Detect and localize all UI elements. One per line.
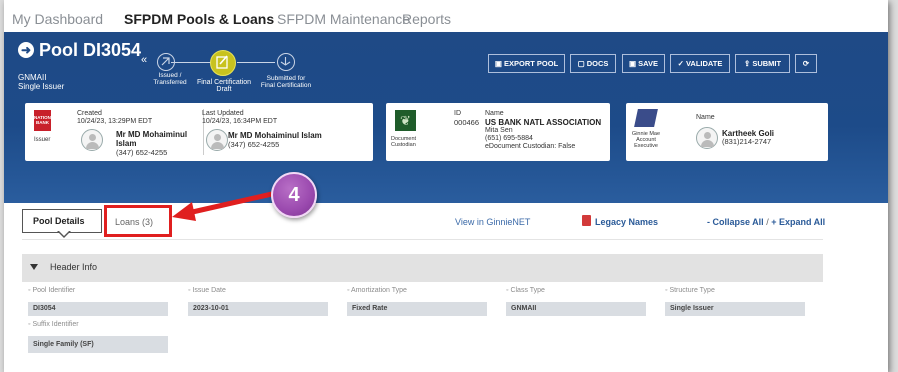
pdf-icon — [582, 215, 591, 226]
active-tab-pointer-fill — [58, 230, 70, 236]
annotation-arrow-icon — [172, 191, 273, 221]
created-by-phone: (347) 652-4255 — [116, 148, 168, 157]
document-icon: ▢ — [577, 59, 587, 68]
nav-reports[interactable]: Reports — [402, 11, 451, 27]
field-label-issue-date: ◦ Issue Date — [188, 287, 226, 294]
refresh-icon: ⟳ — [802, 59, 810, 68]
custodian-logo-icon: ❦ — [395, 110, 416, 131]
pool-type-line2: Single Issuer — [18, 82, 65, 91]
draft-step-icon — [210, 50, 236, 76]
account-executive-card: Ginnie Mae Account Executive Name Kartheek… — [626, 103, 828, 161]
pool-banner: ➜ Pool DI3054 GNMAII Single Issuer « Issu… — [4, 32, 888, 203]
avatar-icon — [696, 127, 718, 149]
issuer-role-label: Issuer — [34, 137, 51, 143]
top-nav: My Dashboard SFPDM Pools & Loans SFPDM M… — [4, 0, 888, 32]
workflow-step-label: Issued / Transferred — [153, 72, 187, 86]
created-by-name: Mr MD Mohaiminul Islam — [116, 130, 188, 148]
save-disk-icon: ▣ — [628, 59, 639, 68]
validate-button[interactable]: ✓ VALIDATE — [670, 54, 730, 73]
workflow-step-label: Submitted for Final Certification — [260, 75, 312, 89]
custodian-id-label: ID — [454, 110, 461, 117]
header-info-section[interactable]: Header Info — [22, 254, 823, 282]
ginnie-mae-logo-icon — [634, 109, 658, 127]
submit-step-icon — [277, 53, 295, 71]
edoc-custodian-status: eDocument Custodian: False — [485, 143, 576, 150]
caret-down-icon — [30, 264, 38, 270]
tab-loans-label: Loans (3) — [115, 217, 154, 227]
save-disk-icon: ▣ — [494, 59, 504, 68]
avatar-icon — [206, 129, 228, 151]
updated-label: Last Updated — [202, 110, 244, 117]
created-label: Created — [77, 110, 102, 117]
issuer-card: NATIONAL BANK Issuer Created 10/24/23, 1… — [25, 103, 373, 161]
workflow-connector — [237, 62, 275, 63]
docs-button[interactable]: ▢ DOCS — [570, 54, 616, 73]
updated-date: 10/24/23, 16:34PM EDT — [202, 118, 278, 125]
nav-maintenance[interactable]: SFPDM Maintenance — [277, 11, 410, 27]
collapse-expand-controls: - Collapse All / + Expand All — [707, 217, 826, 227]
view-in-ginnienet-link[interactable]: View in GinnieNET — [455, 217, 530, 227]
field-label-suffix: ◦ Suffix Identifier — [28, 321, 79, 328]
exec-role-label: Ginnie Mae Account Executive — [631, 131, 661, 149]
issuer-logo: NATIONAL BANK — [34, 110, 57, 131]
submit-button[interactable]: ⇪ SUBMIT — [735, 54, 790, 73]
workflow-connector — [171, 62, 211, 63]
field-label-amortization: ◦ Amortization Type — [347, 287, 407, 294]
field-label-class-type: ◦ Class Type — [506, 287, 545, 294]
nav-my-dashboard[interactable]: My Dashboard — [12, 11, 103, 27]
refresh-button[interactable]: ⟳ — [795, 54, 817, 73]
double-left-arrow-icon[interactable]: « — [141, 54, 147, 66]
app-window: My Dashboard SFPDM Pools & Loans SFPDM M… — [4, 0, 888, 372]
suffix-identifier-field[interactable]: Single Family (SF) — [28, 336, 168, 353]
issue-date-field[interactable]: 2023-10-01 — [188, 302, 328, 316]
custodian-name-label: Name — [485, 110, 504, 117]
pool-title: ➜ Pool DI3054 — [18, 40, 141, 61]
expand-all-link[interactable]: + Expand All — [771, 217, 825, 227]
tab-divider — [22, 239, 823, 240]
pool-type-line1: GNMAII — [18, 73, 47, 82]
custodian-card: ❦ Document Custodian ID 000466 Name US BA… — [386, 103, 610, 161]
collapse-all-link[interactable]: - Collapse All — [707, 217, 764, 227]
custodian-phone: (651) 695-5884 — [485, 135, 533, 142]
legacy-names-link[interactable]: Legacy Names — [595, 217, 658, 227]
structure-type-field[interactable]: Single Issuer — [665, 302, 805, 316]
custodian-role-label: Document Custodian — [391, 136, 417, 148]
created-date: 10/24/23, 13:29PM EDT — [77, 118, 153, 125]
avatar-icon — [81, 129, 103, 151]
custodian-contact: Mita Sen — [485, 127, 513, 134]
export-pool-button[interactable]: ▣ EXPORT POOL — [488, 54, 565, 73]
field-label-structure-type: ◦ Structure Type — [665, 287, 715, 294]
check-icon: ✓ — [677, 59, 686, 68]
back-arrow-icon[interactable]: ➜ — [18, 42, 34, 58]
step-number-badge: 4 — [271, 172, 317, 218]
updated-by-name: Mr MD Mohaiminul Islam — [228, 131, 322, 140]
amortization-type-field[interactable]: Fixed Rate — [347, 302, 487, 316]
updated-by-phone: (347) 652-4255 — [228, 140, 280, 149]
custodian-name: US BANK NATL ASSOCIATION — [485, 118, 602, 127]
exec-name-label: Name — [696, 114, 715, 121]
field-label-pool-id: ◦ Pool Identifier — [28, 287, 76, 294]
header-info-title: Header Info — [50, 262, 98, 272]
exec-phone: (831)214-2747 — [722, 137, 772, 146]
issued-step-icon — [157, 53, 175, 71]
workflow-step-label: Final Certification Draft — [196, 79, 252, 93]
pool-identifier-field[interactable]: DI3054 — [28, 302, 168, 316]
tab-loans[interactable]: Loans (3) — [104, 205, 172, 237]
tab-pool-details-label: Pool Details — [33, 216, 85, 226]
custodian-id-value: 000466 — [454, 118, 480, 127]
nav-pools-loans[interactable]: SFPDM Pools & Loans — [124, 11, 274, 27]
save-button[interactable]: ▣ SAVE — [622, 54, 665, 73]
class-type-field[interactable]: GNMAII — [506, 302, 646, 316]
